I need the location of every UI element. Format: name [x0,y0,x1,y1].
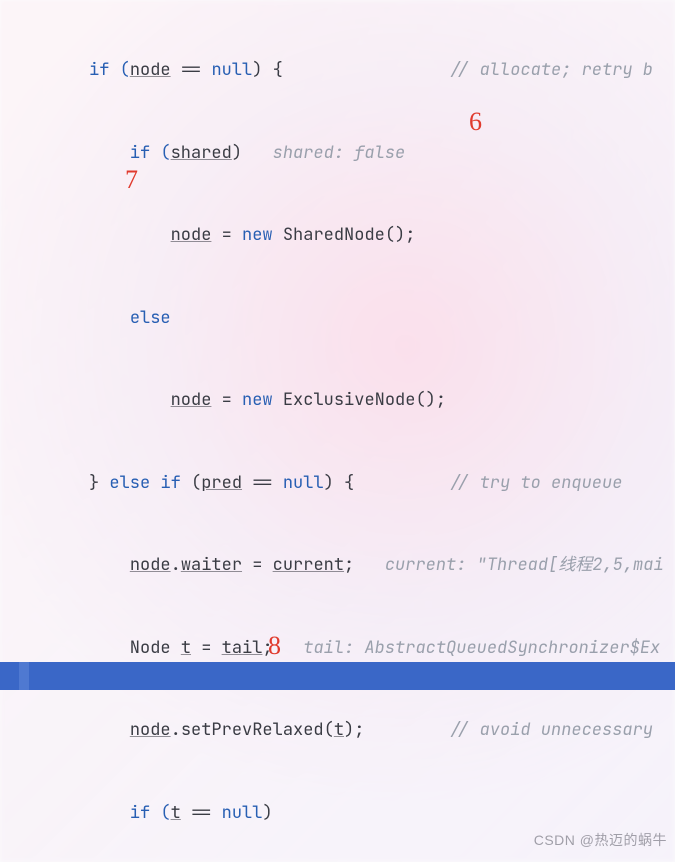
code-line[interactable]: Node t = tail; tail: AbstractQueuedSynch… [89,635,675,663]
code-line[interactable]: node = new SharedNode(); [89,222,675,250]
code-line[interactable]: if (shared) shared: false [89,140,675,168]
code-line[interactable]: else [89,305,675,333]
inline-comment: // try to enqueue [449,470,622,498]
annotation-7: 7 [125,166,138,194]
watermark: CSDN @热迈的蜗牛 [534,827,667,855]
annotation-8: 8 [268,632,281,660]
editor-gutter [0,0,89,862]
code-editor[interactable]: if (node == null) {// allocate; retry b … [89,2,675,862]
keyword-if: if ( [89,59,130,81]
inline-hint: tail: AbstractQueuedSynchronizer$Ex [303,637,660,659]
code-line[interactable]: node = new ExclusiveNode(); [89,387,675,415]
inline-hint: shared: false [273,142,406,164]
code-line[interactable]: if (t == null) [89,800,675,828]
annotation-6: 6 [469,108,482,136]
code-line[interactable]: if (node == null) {// allocate; retry b [89,57,675,85]
code-line[interactable]: node.waiter = current; current: "Thread[… [89,552,675,580]
inline-hint: current: "Thread[线程2,5,mai [385,554,664,576]
inline-comment: // avoid unnecessary [449,717,653,745]
inline-comment: // allocate; retry b [449,57,653,85]
code-line[interactable]: } else if (pred == null) {// try to enqu… [89,470,675,498]
code-line[interactable]: node.setPrevRelaxed(t);// avoid unnecess… [89,717,675,745]
